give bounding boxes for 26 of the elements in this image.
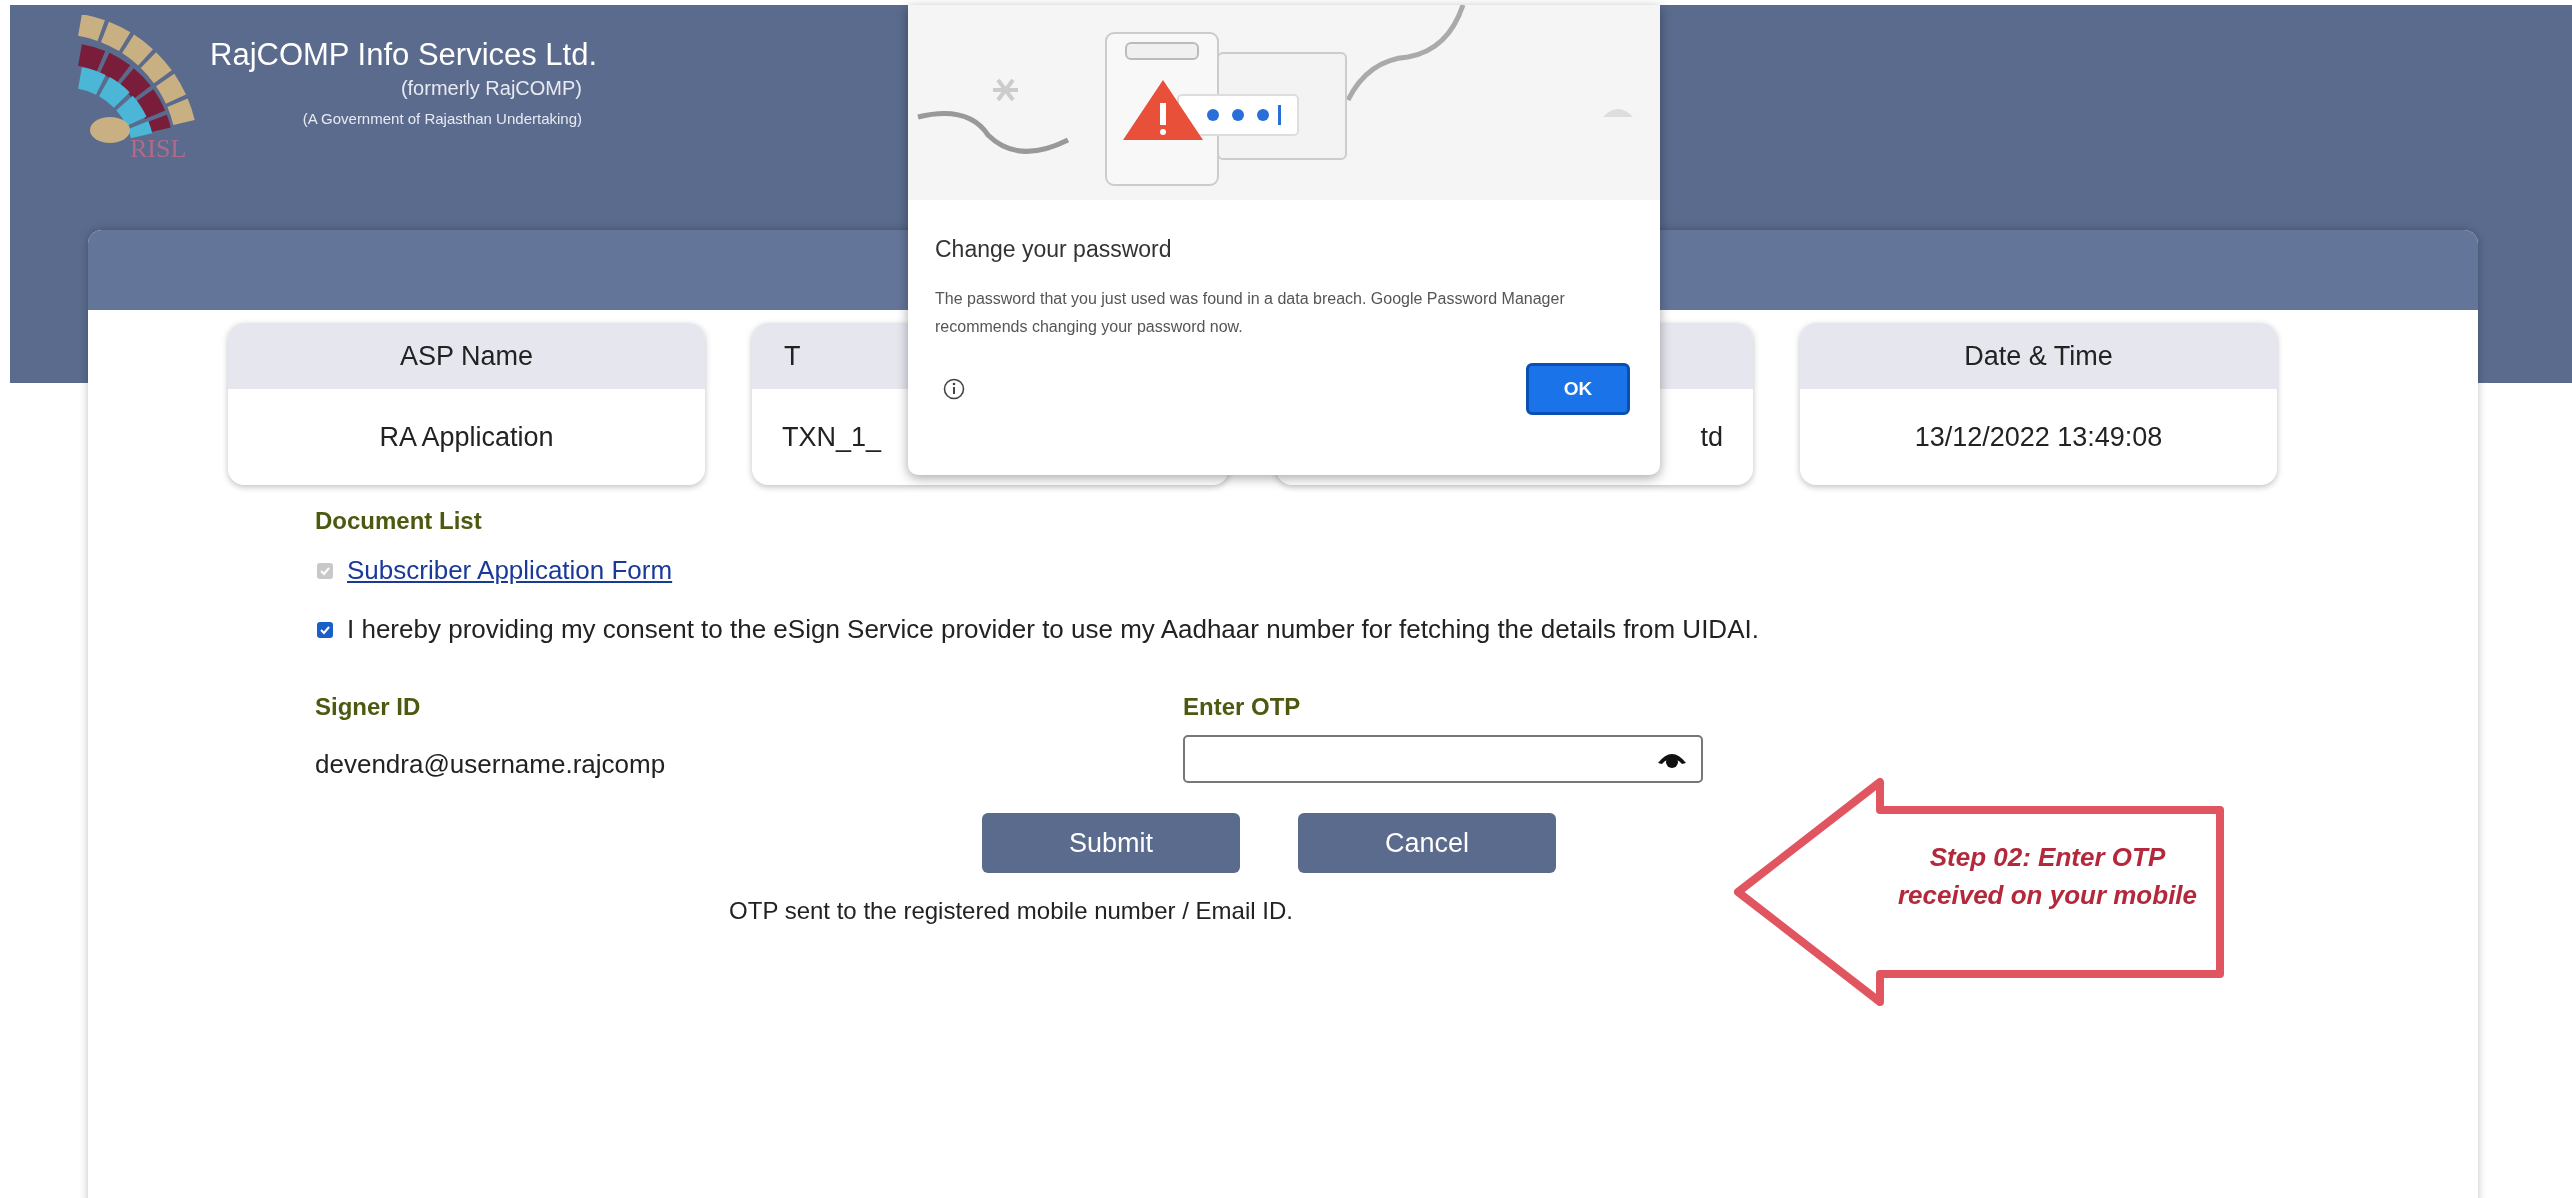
field-label: Enter OTP bbox=[1183, 693, 1302, 721]
info-icon[interactable] bbox=[943, 378, 965, 400]
dialog-message: The password that you just used was found in a data breach. Google Password Manager recommends changing your password now. bbox=[935, 289, 1566, 337]
checkbox[interactable] bbox=[317, 621, 333, 638]
info-label: Date & Time bbox=[1964, 340, 2113, 372]
field-label: Signer ID bbox=[315, 693, 422, 721]
dialog-title: Change your password bbox=[935, 236, 1173, 263]
callout-text: Step 02: Enter OTP received on your mobile bbox=[1896, 841, 2199, 912]
signer-id: devendra@username.rajcomp bbox=[315, 749, 667, 780]
otp-field[interactable] bbox=[1183, 735, 1703, 783]
section-title: Document List bbox=[315, 507, 483, 535]
info-value: 13/12/2022 13:49:08 bbox=[1914, 421, 2163, 453]
company-name: RajCOMP Info Services Ltd. bbox=[210, 37, 598, 73]
logo-text: RISL bbox=[130, 134, 187, 163]
info-label: T bbox=[784, 340, 801, 372]
otp-note: OTP sent to the registered mobile number / Email ID. bbox=[729, 897, 1293, 924]
action-button[interactable]: Submit bbox=[982, 813, 1240, 873]
info-value: RA Application bbox=[379, 421, 554, 453]
former-name: (formerly RajCOMP) bbox=[400, 77, 582, 100]
tagline: (A Government of Rajasthan Undertaking) bbox=[302, 110, 582, 127]
action-button[interactable]: Cancel bbox=[1298, 813, 1556, 873]
info-label: ASP Name bbox=[399, 340, 534, 372]
info-value: td bbox=[1700, 421, 1723, 453]
info-value: TXN_1_ bbox=[782, 421, 882, 453]
ok-button[interactable]: OK bbox=[1526, 363, 1630, 415]
consent-text: I hereby providing my consent to the eSign Service provider to use my Aadhaar number for fetching the details from UIDAI. bbox=[347, 614, 1759, 645]
